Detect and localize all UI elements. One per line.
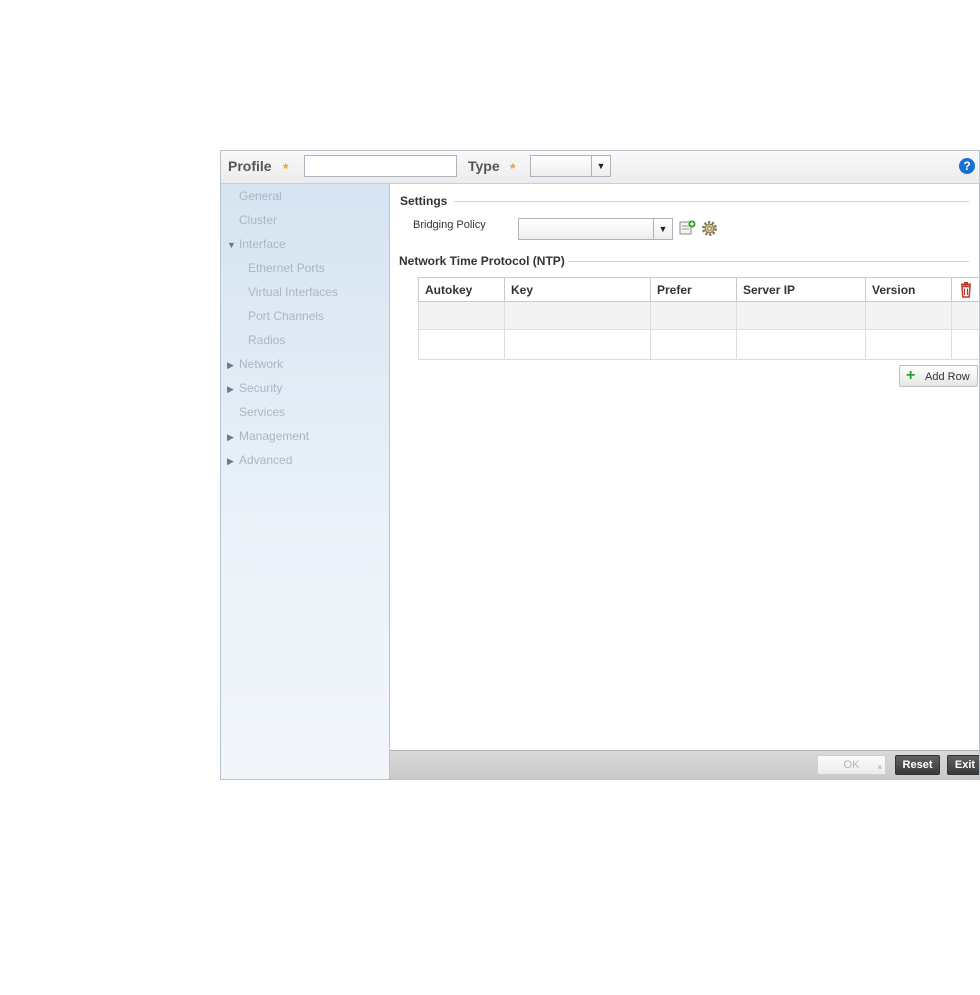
profile-input[interactable] xyxy=(304,155,457,177)
column-header-autokey[interactable]: Autokey xyxy=(418,277,505,302)
close-icon: × xyxy=(877,763,882,772)
sidebar-item-label: Ethernet Ports xyxy=(248,261,325,275)
bridging-policy-label: Bridging Policy xyxy=(413,219,486,231)
sidebar-item-radios[interactable]: Radios xyxy=(248,333,285,347)
create-new-policy-icon[interactable] xyxy=(679,220,696,236)
add-row-button[interactable]: + Add Row xyxy=(899,365,978,387)
sidebar-item-network[interactable]: ▶ Network xyxy=(227,357,283,371)
settings-section-title: Settings xyxy=(400,194,448,208)
sidebar-item-advanced[interactable]: ▶ Advanced xyxy=(227,453,292,467)
sidebar-item-cluster[interactable]: Cluster xyxy=(239,213,277,227)
profile-header-bar: Profile * Type * ▼ ? xyxy=(221,151,979,184)
ntp-divider xyxy=(568,261,969,262)
table-cell[interactable] xyxy=(865,301,952,330)
table-cell[interactable] xyxy=(650,329,737,360)
table-cell[interactable] xyxy=(650,301,737,330)
table-cell[interactable] xyxy=(865,329,952,360)
ntp-section-title: Network Time Protocol (NTP) xyxy=(399,254,565,268)
table-cell[interactable] xyxy=(736,329,866,360)
sidebar-item-label: Radios xyxy=(248,333,286,347)
table-cell[interactable] xyxy=(418,329,505,360)
gear-icon[interactable] xyxy=(701,220,718,237)
delete-column-header xyxy=(951,277,979,302)
expanded-triangle-icon: ▼ xyxy=(227,240,236,250)
type-required-star: * xyxy=(510,160,516,176)
type-select[interactable]: ▼ xyxy=(530,155,611,177)
sidebar-item-label: Services xyxy=(239,405,286,419)
profile-label: Profile xyxy=(228,158,272,174)
table-cell[interactable] xyxy=(504,329,651,360)
sidebar-item-label: Network xyxy=(239,357,284,371)
help-icon[interactable]: ? xyxy=(959,158,975,174)
sidebar-item-security[interactable]: ▶ Security xyxy=(227,381,282,395)
footer-bar: OK × Reset Exit xyxy=(390,750,979,779)
ok-button[interactable]: OK × xyxy=(817,755,886,775)
column-header-prefer[interactable]: Prefer xyxy=(650,277,737,302)
sidebar-item-label: Interface xyxy=(239,237,286,251)
table-cell[interactable] xyxy=(736,301,866,330)
profile-required-star: * xyxy=(283,160,289,176)
sidebar-item-label: Cluster xyxy=(239,213,278,227)
sidebar-item-label: Security xyxy=(239,381,283,395)
collapsed-triangle-icon: ▶ xyxy=(227,432,234,442)
column-header-version[interactable]: Version xyxy=(865,277,952,302)
add-row-label: Add Row xyxy=(925,371,970,383)
exit-button[interactable]: Exit xyxy=(947,755,979,775)
column-header-key[interactable]: Key xyxy=(504,277,651,302)
sidebar-item-virtual-interfaces[interactable]: Virtual Interfaces xyxy=(248,285,338,299)
column-header-server-ip[interactable]: Server IP xyxy=(736,277,866,302)
profile-editor-window: Profile * Type * ▼ ? General Cluster ▼ In… xyxy=(220,150,980,780)
sidebar-item-general[interactable]: General xyxy=(239,189,282,203)
collapsed-triangle-icon: ▶ xyxy=(227,456,234,466)
chevron-down-icon[interactable]: ▼ xyxy=(591,156,610,176)
table-cell[interactable] xyxy=(418,301,505,330)
sidebar-item-interface[interactable]: ▼ Interface xyxy=(227,237,286,251)
table-header-row: Autokey Key Prefer Server IP Version xyxy=(418,277,979,302)
bridging-policy-select[interactable]: ▼ xyxy=(518,218,673,240)
type-label: Type xyxy=(468,158,500,174)
ok-button-label: OK xyxy=(843,759,860,771)
reset-button[interactable]: Reset xyxy=(895,755,940,775)
sidebar-item-services[interactable]: Services xyxy=(239,405,285,419)
sidebar-item-port-channels[interactable]: Port Channels xyxy=(248,309,324,323)
table-cell xyxy=(951,329,979,360)
plus-icon: + xyxy=(906,367,916,384)
sidebar-item-label: General xyxy=(239,189,282,203)
chevron-down-icon[interactable]: ▼ xyxy=(653,219,672,239)
sidebar-item-label: Virtual Interfaces xyxy=(248,285,338,299)
table-row[interactable] xyxy=(418,329,979,360)
trash-icon[interactable] xyxy=(959,281,973,298)
table-cell[interactable] xyxy=(504,301,651,330)
collapsed-triangle-icon: ▶ xyxy=(227,360,234,370)
sidebar-item-label: Advanced xyxy=(239,453,293,467)
collapsed-triangle-icon: ▶ xyxy=(227,384,234,394)
sidebar-item-management[interactable]: ▶ Management xyxy=(227,429,309,443)
sidebar-item-ethernet-ports[interactable]: Ethernet Ports xyxy=(248,261,325,275)
table-row[interactable] xyxy=(418,301,979,330)
sidebar-item-label: Management xyxy=(239,429,310,443)
table-cell xyxy=(951,301,979,330)
main-content: Settings Bridging Policy ▼ Network Time … xyxy=(390,184,979,751)
sidebar-nav: General Cluster ▼ Interface Ethernet Port… xyxy=(221,184,390,779)
settings-divider xyxy=(454,201,969,202)
ntp-table: Autokey Key Prefer Server IP Version xyxy=(418,277,979,360)
sidebar-item-label: Port Channels xyxy=(248,309,325,323)
